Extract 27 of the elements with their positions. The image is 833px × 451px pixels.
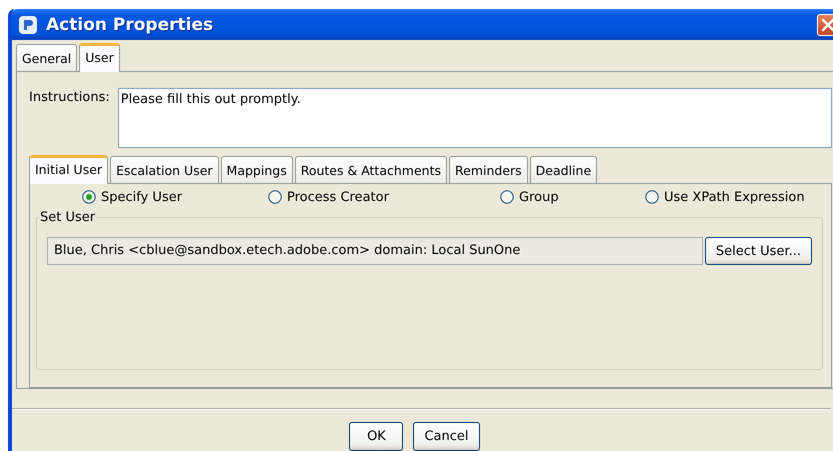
radio-selected-icon[interactable] <box>82 190 96 204</box>
dialog-button[interactable]: Cancel <box>413 422 480 451</box>
radio-icon[interactable] <box>500 190 514 204</box>
radio-label[interactable]: Specify User <box>101 190 182 204</box>
tab[interactable]: Mappings <box>220 156 293 183</box>
select-user-button[interactable]: Select User... <box>704 237 812 265</box>
tab[interactable]: Routes & Attachments <box>294 156 447 183</box>
tab[interactable]: Reminders <box>449 156 528 183</box>
close-icon <box>821 18 833 32</box>
group-title: Set User <box>39 210 96 225</box>
radio-label[interactable]: Use XPath Expression <box>664 190 805 204</box>
radio-label[interactable]: Process Creator <box>287 190 389 204</box>
instructions-field[interactable]: Please fill this out promptly. <box>118 88 832 148</box>
tab[interactable]: User <box>79 43 120 72</box>
tab[interactable]: General <box>16 44 78 71</box>
tab[interactable]: Deadline <box>530 156 598 183</box>
close-button[interactable] <box>817 14 833 36</box>
app-icon <box>18 14 38 34</box>
tab[interactable]: Escalation User <box>110 156 219 183</box>
window-title: Action Properties <box>46 14 214 34</box>
radio-icon[interactable] <box>645 190 659 204</box>
user-field[interactable]: Blue, Chris <cblue@sandbox.etech.adobe.com> domain: Local SunOne <box>47 237 703 265</box>
radio-icon[interactable] <box>268 190 282 204</box>
dialog-button[interactable]: OK <box>349 422 404 451</box>
tab[interactable]: Initial User <box>29 155 108 184</box>
instructions-label: Instructions: <box>29 89 110 105</box>
radio-label[interactable]: Group <box>519 190 559 204</box>
